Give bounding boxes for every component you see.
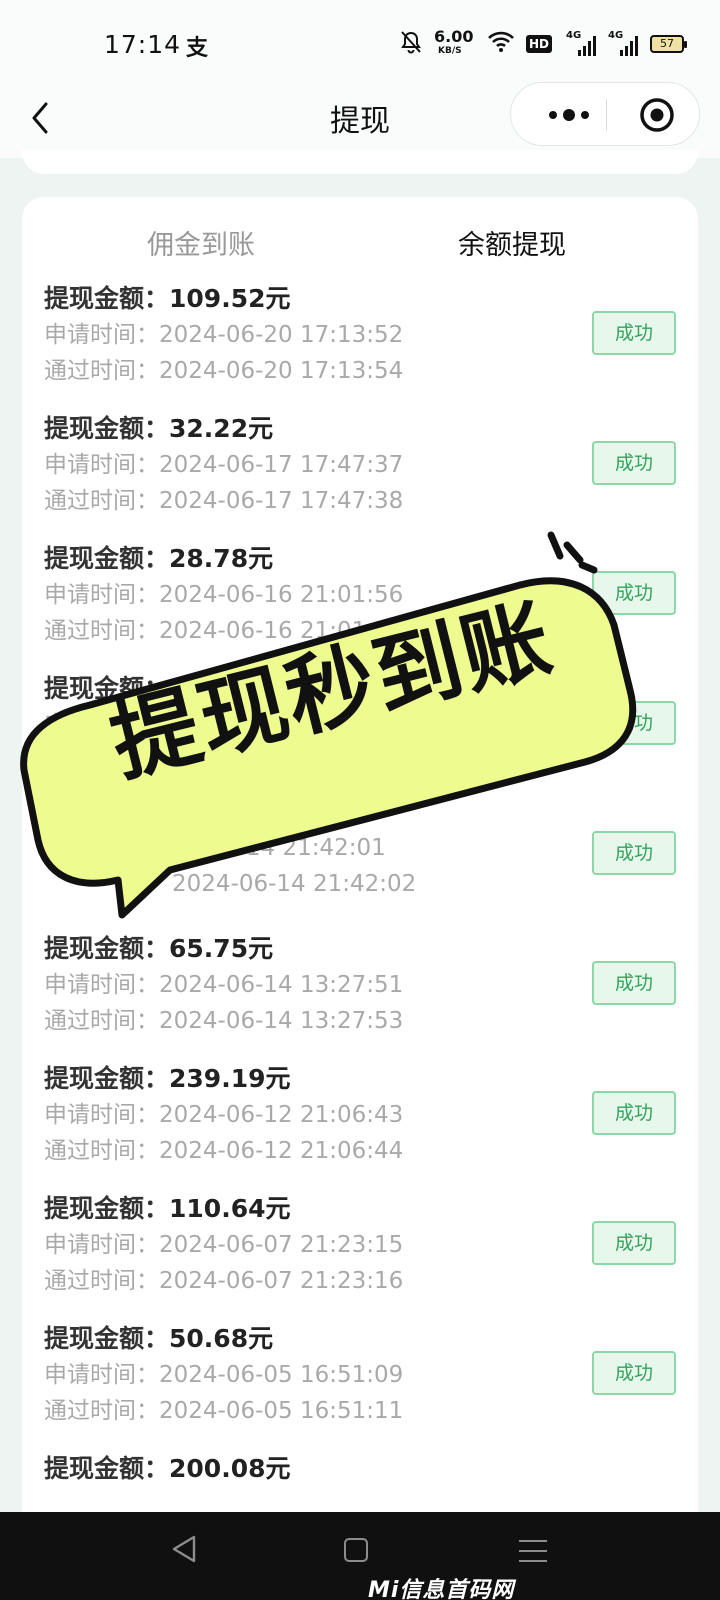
apply-time: 2024-06-12 21:06:43 (159, 1102, 404, 1128)
close-miniprogram-icon[interactable] (639, 97, 675, 133)
status-badge: 成功 (592, 571, 676, 615)
apply-label: 申请时间： (44, 972, 159, 998)
record-item: 提现金额：32.22元 申请时间：2024-06-17 17:47:37 通过时… (22, 409, 698, 539)
signal-2-icon: 4G (608, 30, 639, 56)
pass-label: 通过时间： (44, 1138, 159, 1164)
amount-label: 提现金额： (44, 414, 170, 443)
signal-1-icon: 4G (566, 30, 597, 56)
apply-time: 2024-06-20 17:13:52 (159, 322, 404, 348)
record-item: 提现金额：28. 申请时间： 成功 (22, 669, 698, 799)
amount-label: 提现金额： (44, 1194, 170, 1223)
record-item: 提现金额：239.19元 申请时间：2024-06-12 21:06:43 通过… (22, 1059, 698, 1189)
amount-value: 239.19元 (169, 1064, 291, 1093)
pass-label: 通过时间： (44, 1398, 159, 1424)
record-item: 提现金额：109.52元 申请时间：2024-06-20 17:13:52 通过… (22, 279, 698, 409)
more-icon[interactable] (541, 103, 597, 127)
apply-label: 申请时间： (44, 712, 159, 738)
capsule-divider (606, 99, 607, 131)
pass-label: 通过时间： (44, 618, 159, 644)
amount-label: 提现金额： (44, 674, 170, 703)
amount-label: 提现金额： (44, 934, 170, 963)
watermark: Mi信息首码网 www.mixinxi.com (368, 1578, 515, 1600)
pass-time: 2024-06-05 16:51:11 (159, 1398, 404, 1424)
amount-value: 28.78元 (169, 544, 274, 573)
apply-label: 申请时间： (44, 1362, 159, 1388)
nav-recents-icon[interactable] (519, 1540, 547, 1562)
record-item: 提现金额：110.64元 申请时间：2024-06-07 21:23:15 通过… (22, 1189, 698, 1319)
status-badge: 成功 (592, 1221, 676, 1265)
nav-back-icon[interactable] (170, 1534, 198, 1568)
status-badge: 成功 (592, 701, 676, 745)
apply-label: 申请时间： (44, 322, 159, 348)
amount-value: 32.22元 (169, 414, 274, 443)
amount-value: 28. (169, 674, 214, 703)
amount-label: 提现金额： (44, 544, 170, 573)
pass-time: 2024-06-07 21:23:16 (159, 1268, 404, 1294)
status-badge: 成功 (592, 1351, 676, 1395)
apply-label: 申请时间： (44, 1232, 159, 1258)
amount-label: 提现金额： (44, 1324, 170, 1353)
status-badge: 成功 (592, 311, 676, 355)
apply-label: 申请时间： (44, 452, 159, 478)
amount-label: 提现金额： (44, 284, 170, 313)
amount-value: 109.52元 (169, 284, 291, 313)
record-item: 提现金额：65.75元 申请时间：2024-06-14 13:27:51 通过时… (22, 929, 698, 1059)
wifi-icon (488, 31, 514, 57)
nav-bar: 提现 (0, 82, 720, 158)
pass-label: 通过时间： (44, 488, 159, 514)
apply-time: -06-14 21:42:01 (200, 835, 386, 861)
apply-time: 2024-06-05 16:51:09 (159, 1362, 404, 1388)
network-speed: 6.00 KB/S (434, 26, 474, 62)
status-badge: 成功 (592, 831, 676, 875)
record-item: -06-14 21:42:01 2024-06-14 21:42:02 成功 (22, 799, 698, 929)
pass-time: 2024-06-14 21:42:02 (172, 871, 417, 897)
status-icons: 6.00 KB/S HD 4G 4G 57 (400, 26, 688, 62)
apply-time: 2024-06-14 13:27:51 (159, 972, 404, 998)
apply-time: 2024-06-16 21:01:56 (159, 582, 404, 608)
tab-commission[interactable]: 佣金到账 (147, 223, 255, 262)
amount-label: 提现金额： (44, 1454, 170, 1483)
mute-bell-icon (400, 30, 422, 58)
pass-label: 通过时间： (44, 358, 159, 384)
amount-value: 200.08元 (169, 1454, 291, 1483)
record-item: 提现金额：28.78元 申请时间：2024-06-16 21:01:56 通过时… (22, 539, 698, 669)
pass-time: 2024-06-16 21:01:5 (159, 618, 389, 644)
battery-icon: 57 (650, 35, 688, 53)
alipay-icon: 支 (186, 36, 209, 61)
amount-value: 50.68元 (169, 1324, 274, 1353)
miniprogram-capsule (510, 82, 700, 146)
tab-balance-withdraw[interactable]: 余额提现 (458, 223, 566, 262)
pass-label: 通过时间： (44, 1008, 159, 1034)
hd-icon: HD (526, 35, 553, 53)
pass-time: 2024-06-17 17:47:38 (159, 488, 404, 514)
record-item: 提现金额：50.68元 申请时间：2024-06-05 16:51:09 通过时… (22, 1319, 698, 1449)
status-time: 17:14 (104, 30, 182, 59)
network-type: 4G (566, 30, 582, 41)
apply-time: 2024-06-07 21:23:15 (159, 1232, 404, 1258)
speed-unit: KB/S (438, 46, 462, 56)
apply-label: 申请时间： (44, 1102, 159, 1128)
pass-label: 通过时间： (44, 1268, 159, 1294)
withdraw-record-card: 佣金到账 余额提现 提现金额：109.52元 申请时间：2024-06-20 1… (22, 197, 698, 1600)
apply-time: 2024-06-17 17:47:37 (159, 452, 404, 478)
amount-value: 110.64元 (169, 1194, 291, 1223)
amount-value: 65.75元 (169, 934, 274, 963)
pass-time: 2024-06-20 17:13:54 (159, 358, 404, 384)
nav-home-icon[interactable] (344, 1538, 368, 1562)
status-badge: 成功 (592, 961, 676, 1005)
pass-time: 2024-06-14 13:27:53 (159, 1008, 404, 1034)
status-badge: 成功 (592, 441, 676, 485)
status-bar: 17:14 支 6.00 KB/S HD 4G 4G 57 (0, 0, 720, 84)
previous-card-edge (22, 150, 698, 174)
status-badge: 成功 (592, 1091, 676, 1135)
network-type-2: 4G (608, 30, 624, 41)
apply-label: 申请时间： (44, 582, 159, 608)
pass-time: 2024-06-12 21:06:44 (159, 1138, 404, 1164)
amount-label: 提现金额： (44, 1064, 170, 1093)
speed-value: 6.00 (434, 27, 474, 46)
